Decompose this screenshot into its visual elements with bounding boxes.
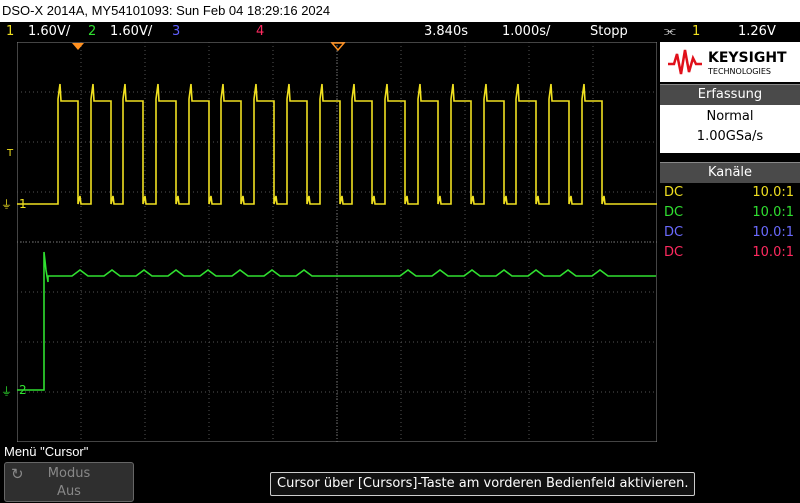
channels-header: Kanäle — [660, 162, 800, 183]
acquisition-panel[interactable]: Erfassung Normal 1.00GSa/s — [660, 84, 800, 153]
ch2-marker[interactable]: 2 — [19, 383, 27, 397]
hint-message: Cursor über [Cursors]-Taste am vorderen … — [270, 472, 696, 496]
title-bar: DSO-X 2014A, MY54101093: Sun Feb 04 18:2… — [0, 0, 800, 22]
waveform-display[interactable] — [16, 41, 658, 443]
ch2-number[interactable]: 2 — [88, 22, 96, 42]
menu-label: Menü "Cursor" — [4, 444, 89, 459]
trigger-position-icon — [72, 43, 84, 50]
ch1-ground-icon: ⏚ — [1, 198, 12, 211]
channels-panel[interactable]: Kanäle DC 10.0:1 DC 10.0:1 DC 10.0:1 DC … — [660, 162, 800, 263]
trigger-level[interactable]: 1.26V — [738, 22, 776, 42]
ch4-number[interactable]: 4 — [256, 22, 264, 42]
channel-row-1[interactable]: DC 10.0:1 — [660, 183, 800, 203]
channel-row-3[interactable]: DC 10.0:1 — [660, 223, 800, 243]
ch1-scale[interactable]: 1.60V/ — [28, 22, 70, 42]
logo-sub: TECHNOLOGIES — [707, 67, 771, 76]
trigger-slope-icon: ⫘ — [664, 24, 676, 39]
ch2-ground-icon: ⏚ — [1, 385, 12, 398]
logo-brand: KEYSIGHT — [708, 50, 787, 66]
ch1-marker[interactable]: 1 — [19, 197, 27, 211]
ch3-number[interactable]: 3 — [172, 22, 180, 42]
acquisition-header: Erfassung — [660, 84, 800, 105]
ch1-number[interactable]: 1 — [6, 22, 14, 42]
acquisition-rate: 1.00GSa/s — [696, 129, 764, 144]
trigger-source[interactable]: 1 — [692, 22, 700, 42]
time-reference-icon — [330, 42, 346, 52]
mode-softkey[interactable]: ↻ Modus Aus — [4, 462, 134, 502]
run-state[interactable]: Stopp — [590, 22, 628, 42]
rotate-knob-icon: ↻ — [11, 465, 24, 483]
status-bar: 1 1.60V/ 2 1.60V/ 3 4 3.840s 1.000s/ Sto… — [0, 22, 800, 42]
channel-row-2[interactable]: DC 10.0:1 — [660, 203, 800, 223]
ch2-scale[interactable]: 1.60V/ — [110, 22, 152, 42]
channel-row-4[interactable]: DC 10.0:1 — [660, 243, 800, 263]
time-offset[interactable]: 3.840s — [424, 22, 468, 42]
mode-label: Modus — [47, 466, 91, 481]
trigger-level-marker[interactable]: T — [6, 148, 14, 159]
time-scale[interactable]: 1.000s/ — [502, 22, 550, 42]
acquisition-mode: Normal — [706, 109, 754, 124]
mode-value: Aus — [57, 484, 81, 499]
keysight-logo: KEYSIGHT TECHNOLOGIES — [660, 42, 800, 82]
